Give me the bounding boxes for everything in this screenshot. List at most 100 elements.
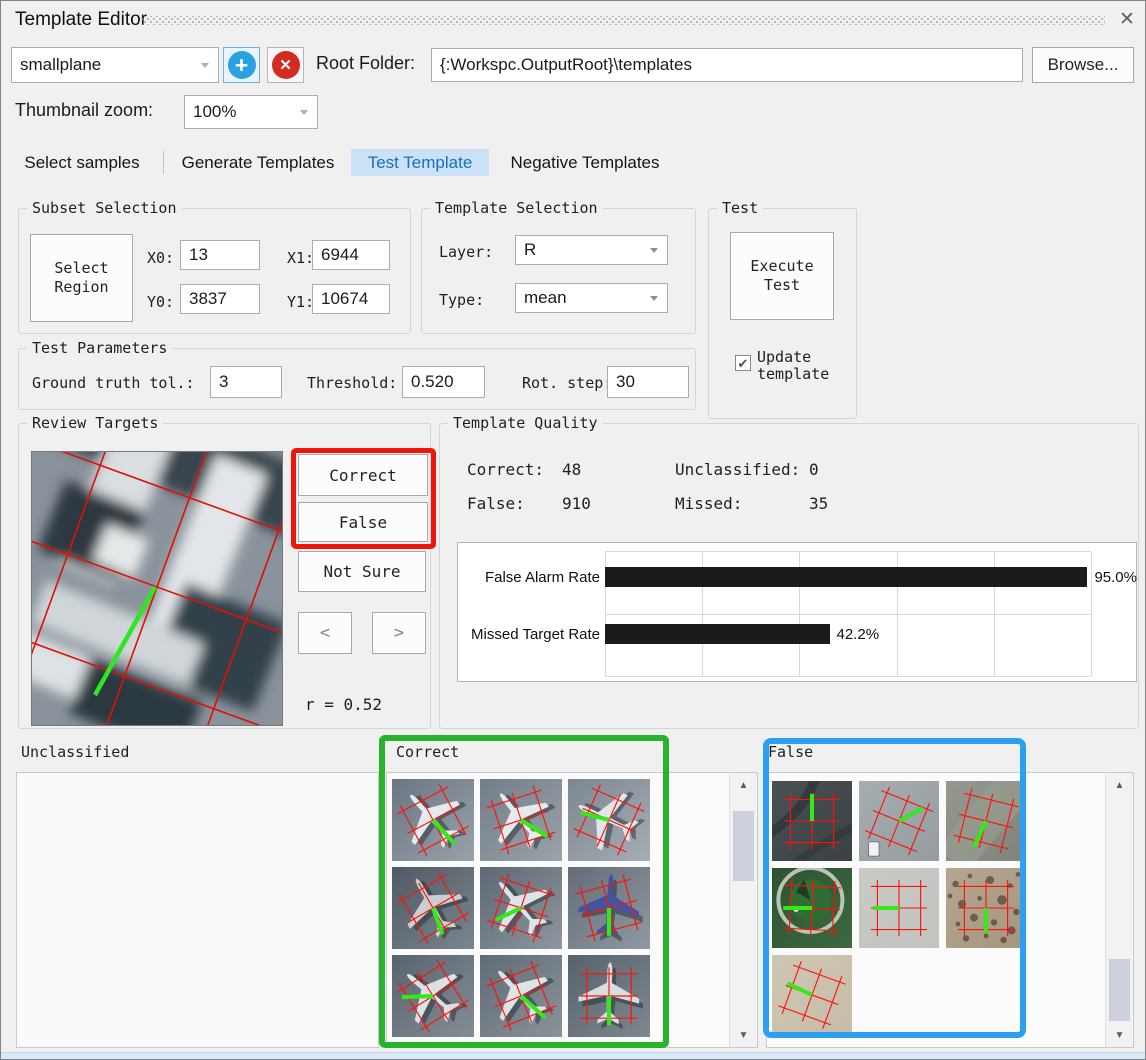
- close-icon[interactable]: ✕: [1113, 5, 1141, 33]
- missed-target-rate-bar: [605, 624, 830, 644]
- correct-button[interactable]: Correct: [298, 454, 428, 496]
- root-folder-input[interactable]: [431, 48, 1023, 82]
- chart-category-false-alarm: False Alarm Rate: [462, 567, 600, 589]
- thumbnail-zoom-combobox[interactable]: 100%: [184, 95, 318, 129]
- scroll-down-icon[interactable]: ▼: [730, 1023, 757, 1047]
- missed-target-rate-value: 42.2%: [837, 626, 880, 643]
- correct-thumbnail[interactable]: [392, 1043, 474, 1048]
- unclassified-section-label: Unclassified: [21, 743, 129, 761]
- test-parameters-title: Test Parameters: [27, 339, 172, 357]
- false-thumbnail[interactable]: [946, 781, 1026, 861]
- false-section-label: False: [768, 743, 813, 761]
- test-group: Test Execute Test ✔ Update template: [708, 208, 857, 419]
- rot-step-label: Rot. step:: [522, 374, 612, 392]
- next-target-button[interactable]: >: [372, 612, 426, 654]
- select-region-button[interactable]: Select Region: [30, 234, 133, 322]
- template-quality-group: Template Quality Correct: 48 Unclassifie…: [439, 423, 1139, 729]
- titlebar-grip-pattern: [139, 16, 1105, 25]
- subset-selection-title: Subset Selection: [27, 199, 182, 217]
- thumbnail-zoom-value: 100%: [193, 102, 236, 122]
- stat-false-value: 910: [562, 494, 591, 513]
- correct-thumbnail[interactable]: [392, 867, 474, 949]
- execute-test-button[interactable]: Execute Test: [730, 232, 834, 320]
- plus-icon: +: [228, 51, 256, 79]
- false-thumbnail[interactable]: [772, 781, 852, 861]
- correct-thumbnail[interactable]: [480, 955, 562, 1037]
- correct-scrollbar[interactable]: ▲ ▼: [729, 773, 757, 1047]
- ground-truth-tol-input[interactable]: [210, 366, 282, 398]
- correct-section-label: Correct: [396, 743, 459, 761]
- browse-button[interactable]: Browse...: [1032, 47, 1134, 83]
- window-title: Template Editor: [15, 9, 147, 31]
- check-icon: ✔: [738, 357, 749, 370]
- false-thumbnail[interactable]: [946, 868, 1026, 948]
- chevron-down-icon: [650, 248, 658, 253]
- stat-correct-value: 48: [562, 460, 581, 479]
- y0-input[interactable]: [180, 284, 260, 314]
- false-scrollbar[interactable]: ▲ ▼: [1105, 773, 1133, 1047]
- test-parameters-group: Test Parameters Ground truth tol.: Thres…: [18, 348, 696, 410]
- update-template-checkbox[interactable]: ✔: [735, 355, 751, 371]
- correct-list[interactable]: ▲ ▼: [386, 772, 758, 1048]
- ground-truth-tol-label: Ground truth tol.:: [32, 374, 195, 392]
- false-thumbnail[interactable]: [772, 868, 852, 948]
- chevron-down-icon: [201, 63, 209, 68]
- type-label: Type:: [439, 291, 484, 309]
- tab-negative-templates[interactable]: Negative Templates: [497, 149, 673, 176]
- x0-input[interactable]: [180, 240, 260, 270]
- correct-thumbnail[interactable]: [480, 779, 562, 861]
- correct-thumbnail[interactable]: [392, 955, 474, 1037]
- correct-thumbnail[interactable]: [568, 867, 650, 949]
- type-combobox[interactable]: mean: [515, 283, 668, 313]
- correct-scrollbar-thumb[interactable]: [733, 811, 754, 881]
- correct-thumbnail[interactable]: [568, 955, 650, 1037]
- correct-thumbnail[interactable]: [568, 779, 650, 861]
- scroll-up-icon[interactable]: ▲: [730, 773, 757, 797]
- tab-test-template[interactable]: Test Template: [351, 149, 489, 176]
- y1-label: Y1:: [287, 293, 314, 311]
- y1-input[interactable]: [312, 284, 390, 314]
- scroll-up-icon[interactable]: ▲: [1106, 773, 1133, 797]
- chevron-down-icon: [650, 296, 658, 301]
- tab-select-samples[interactable]: Select samples: [11, 149, 153, 176]
- layer-label: Layer:: [439, 243, 493, 261]
- false-button[interactable]: False: [298, 502, 428, 542]
- delete-x-icon: ✕: [272, 51, 300, 79]
- false-list[interactable]: ▲ ▼: [766, 772, 1134, 1048]
- scroll-down-icon[interactable]: ▼: [1106, 1023, 1133, 1047]
- false-thumbnail[interactable]: [772, 955, 852, 1035]
- correct-thumbnail[interactable]: [392, 779, 474, 861]
- not-sure-button[interactable]: Not Sure: [298, 551, 426, 592]
- tab-generate-templates[interactable]: Generate Templates: [172, 149, 344, 176]
- update-template-label: Update template: [757, 349, 837, 383]
- correct-thumbnail[interactable]: [568, 1043, 650, 1048]
- stat-missed-label: Missed:: [675, 494, 742, 513]
- template-name-combobox[interactable]: smallplane: [11, 47, 219, 83]
- unclassified-list[interactable]: [16, 772, 379, 1048]
- x1-input[interactable]: [312, 240, 390, 270]
- stat-false-label: False:: [467, 494, 525, 513]
- test-title: Test: [717, 199, 763, 217]
- stat-correct-label: Correct:: [467, 460, 544, 479]
- add-template-button[interactable]: +: [223, 47, 260, 83]
- stat-unclassified-label: Unclassified:: [675, 460, 800, 479]
- x0-label: X0:: [147, 249, 174, 267]
- correct-thumbnail[interactable]: [480, 1043, 562, 1048]
- threshold-input[interactable]: [402, 366, 485, 398]
- y0-label: Y0:: [147, 293, 174, 311]
- correct-thumbnail[interactable]: [480, 867, 562, 949]
- template-selection-title: Template Selection: [430, 199, 603, 217]
- chart-plot-area: 95.0% 42.2%: [605, 551, 1091, 677]
- false-scrollbar-thumb[interactable]: [1109, 959, 1130, 1021]
- correlation-value: r = 0.52: [305, 695, 382, 714]
- review-targets-title: Review Targets: [27, 414, 163, 432]
- delete-template-button[interactable]: ✕: [267, 47, 304, 83]
- chevron-down-icon: [300, 110, 308, 115]
- layer-combobox[interactable]: R: [515, 235, 668, 265]
- previous-target-button[interactable]: <: [298, 612, 352, 654]
- chart-category-missed-target: Missed Target Rate: [462, 624, 600, 646]
- false-thumbnail[interactable]: [859, 781, 939, 861]
- rot-step-input[interactable]: [607, 366, 689, 398]
- false-thumbnail[interactable]: [859, 868, 939, 948]
- template-selection-group: Template Selection Layer: R Type: mean: [421, 208, 696, 334]
